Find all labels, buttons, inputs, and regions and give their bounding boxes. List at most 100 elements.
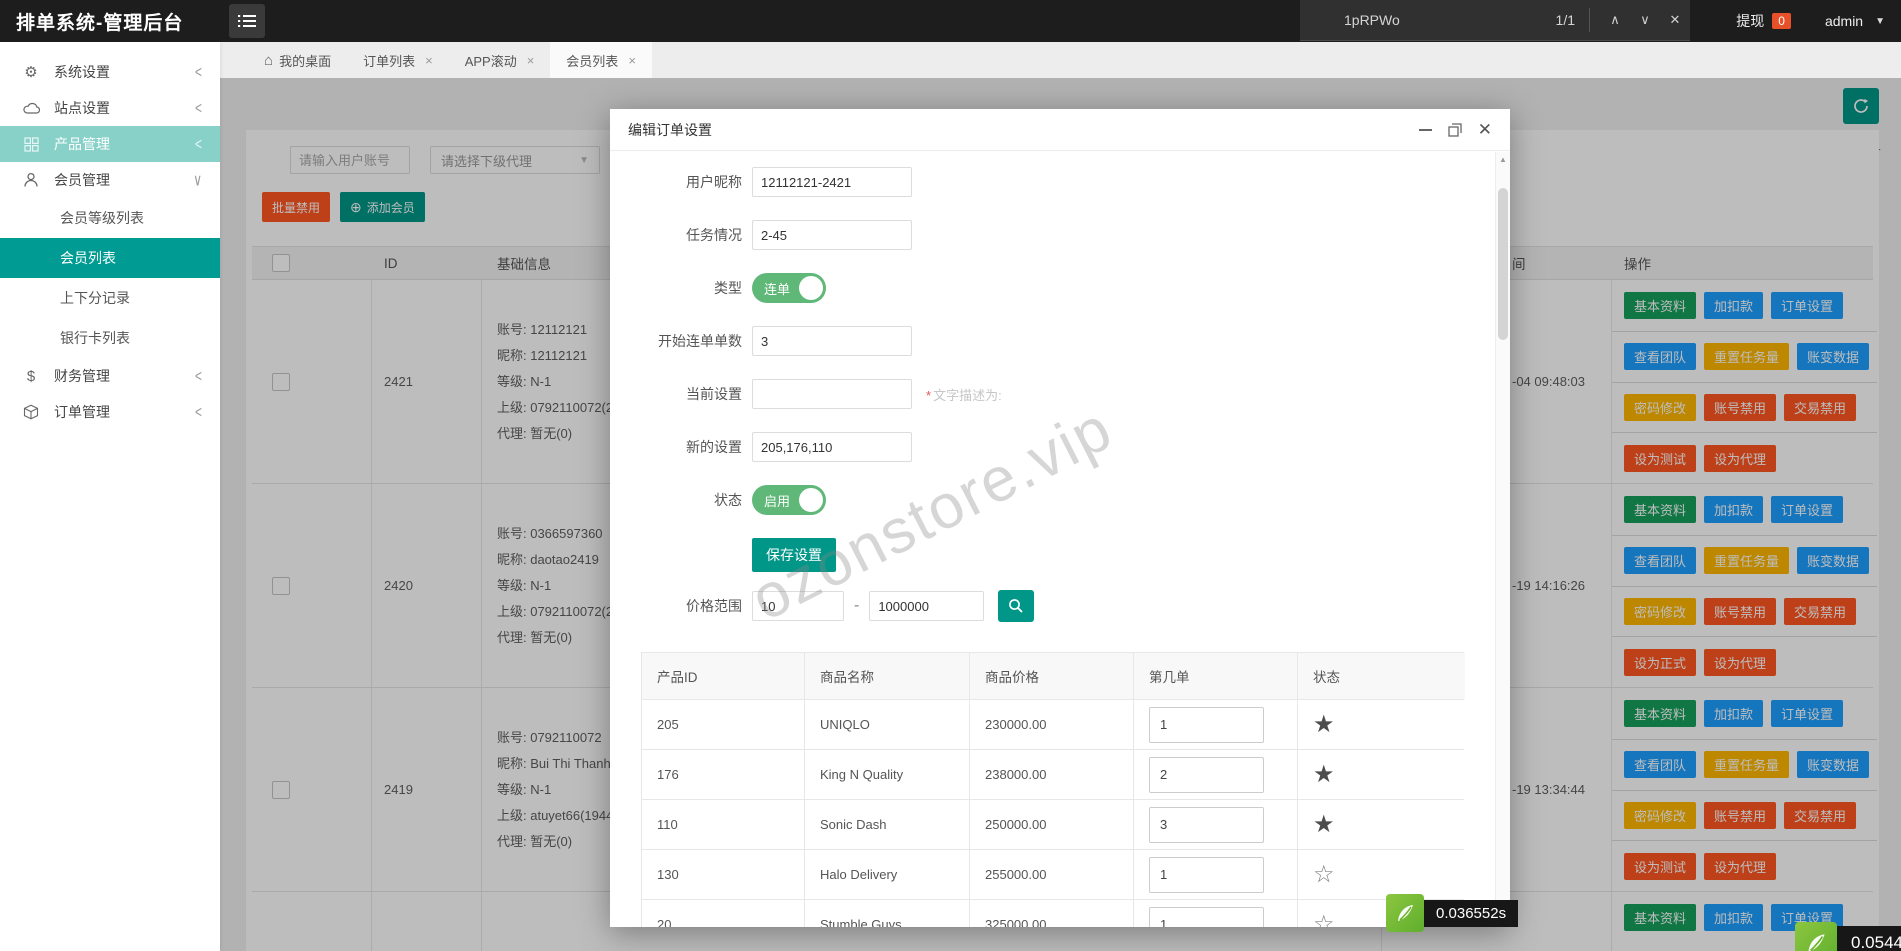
sidebar-item-3[interactable]: 会员管理 ∨ — [0, 162, 220, 198]
start-count-label: 开始连单单数 — [658, 333, 742, 349]
user-menu[interactable]: admin — [1825, 13, 1863, 29]
scrollbar-thumb[interactable] — [1498, 188, 1508, 340]
sidebar-subitem-银行卡列表[interactable]: 银行卡列表 — [0, 318, 220, 358]
current-setting-note: * 文字描述为: — [926, 387, 1002, 403]
product-table: 产品ID商品名称商品价格第几单状态205UNIQLO230000.00★176K… — [641, 652, 1465, 927]
product-col-header: 状态 — [1298, 653, 1465, 699]
tab-close-icon[interactable]: × — [628, 53, 636, 68]
sidebar-item-2[interactable]: 产品管理 < — [0, 126, 220, 162]
tab-订单列表[interactable]: 订单列表 × — [347, 42, 449, 78]
sidebar-item-4[interactable]: $ 财务管理 < — [0, 358, 220, 394]
modal-header: 编辑订单设置 ✕ — [610, 109, 1510, 151]
product-id: 110 — [642, 800, 805, 849]
star-filled-icon[interactable]: ★ — [1313, 710, 1335, 739]
task-input[interactable] — [752, 220, 912, 250]
tab-label: 我的桌面 — [279, 53, 332, 69]
tab-label: 会员列表 — [566, 53, 619, 69]
chevron-left-icon: < — [194, 134, 202, 154]
leaf-icon — [1386, 894, 1424, 932]
new-setting-label: 新的设置 — [686, 439, 742, 455]
order-number-input[interactable] — [1149, 706, 1264, 743]
tab-label: 订单列表 — [363, 53, 416, 69]
top-bar: 排单系统-管理后台 1pRPWo 1/1 ∧ ∨ ✕ 提现 0 admin ▼ — [0, 0, 1901, 42]
sidebar-subitem-会员列表[interactable]: 会员列表 — [0, 238, 220, 278]
hamburger-menu-icon[interactable] — [229, 4, 266, 38]
product-name: Stumble Guys — [805, 900, 970, 927]
product-row-176: 176King N Quality238000.00 ★ — [642, 750, 1465, 800]
product-row-20: 20Stumble Guys325000.00 ☆ — [642, 900, 1465, 927]
sidebar-subitem-上下分记录[interactable]: 上下分记录 — [0, 278, 220, 318]
sidebar-item-0[interactable]: ⚙ 系统设置 < — [0, 54, 220, 90]
star-outline-icon[interactable]: ☆ — [1313, 910, 1335, 927]
find-query[interactable]: 1pRPWo — [1344, 12, 1400, 28]
sidebar-subitem-会员等级列表[interactable]: 会员等级列表 — [0, 198, 220, 238]
close-icon[interactable]: ✕ — [1478, 121, 1492, 138]
product-price: 325000.00 — [970, 900, 1134, 927]
product-name: King N Quality — [805, 750, 970, 799]
nickname-input[interactable] — [752, 167, 912, 197]
minimize-icon[interactable] — [1418, 128, 1432, 131]
product-row-205: 205UNIQLO230000.00 ★ — [642, 700, 1465, 750]
perf-badge-page: 0.054465s — [1795, 922, 1901, 951]
topbar-right: 提现 0 admin ▼ — [1736, 0, 1885, 42]
leaf-icon — [1795, 922, 1837, 951]
user-caret-icon: ▼ — [1875, 15, 1885, 27]
new-setting-input[interactable] — [752, 432, 912, 462]
star-filled-icon[interactable]: ★ — [1313, 760, 1335, 789]
find-prev-icon[interactable]: ∧ — [1600, 12, 1630, 28]
price-max-input[interactable] — [869, 591, 985, 621]
star-outline-icon[interactable]: ☆ — [1313, 860, 1335, 889]
status-label: 状态 — [714, 492, 742, 508]
tab-label: APP滚动 — [464, 53, 517, 69]
withdraw-link[interactable]: 提现 — [1736, 11, 1764, 31]
app-title: 排单系统-管理后台 — [16, 12, 184, 34]
order-number-input[interactable] — [1149, 806, 1264, 843]
find-next-icon[interactable]: ∨ — [1630, 12, 1660, 28]
product-row-130: 130Halo Delivery255000.00 ☆ — [642, 850, 1465, 900]
perf-time: 0.036552s — [1424, 899, 1519, 927]
current-setting-input[interactable] — [752, 379, 912, 409]
scrollbar-up-icon[interactable]: ▲ — [1496, 155, 1510, 164]
status-toggle[interactable]: 启用 — [752, 485, 826, 515]
order-number-input[interactable] — [1149, 906, 1264, 927]
price-search-button[interactable] — [998, 590, 1035, 622]
product-id: 130 — [642, 850, 805, 899]
price-range-label: 价格范围 — [686, 598, 742, 614]
star-filled-icon[interactable]: ★ — [1313, 810, 1335, 839]
modal-title: 编辑订单设置 — [628, 121, 712, 138]
order-number-input[interactable] — [1149, 756, 1264, 793]
tab-strip: ⌂ 我的桌面 订单列表 × APP滚动 × 会员列表 × — [220, 42, 1901, 78]
product-id: 205 — [642, 700, 805, 749]
withdraw-badge: 0 — [1772, 13, 1791, 29]
product-price: 230000.00 — [970, 700, 1134, 749]
tab-我的桌面[interactable]: ⌂ 我的桌面 — [248, 42, 347, 78]
stage: 排单系统-管理后台 1pRPWo 1/1 ∧ ∨ ✕ 提现 0 admin ▼ … — [0, 0, 1901, 951]
sidebar-item-label: 系统设置 — [54, 64, 110, 80]
save-settings-button[interactable]: 保存设置 — [752, 538, 836, 572]
modal-scrollbar[interactable]: ▲ ▼ — [1495, 152, 1510, 927]
sidebar-item-5[interactable]: 订单管理 < — [0, 394, 220, 430]
toggle-knob — [799, 488, 823, 512]
tab-APP滚动[interactable]: APP滚动 × — [449, 42, 551, 78]
maximize-icon[interactable] — [1448, 122, 1462, 137]
order-number-input[interactable] — [1149, 856, 1264, 893]
sidebar-item-label: 产品管理 — [54, 136, 110, 152]
modal-body: 用户昵称 任务情况 类型 连单 开始连单单数 当前设置 * — [610, 152, 1495, 927]
order-icon — [23, 404, 39, 420]
start-count-input[interactable] — [752, 326, 912, 356]
tab-会员列表[interactable]: 会员列表 × — [550, 42, 652, 78]
type-toggle[interactable]: 连单 — [752, 273, 826, 303]
perf-badge-modal: 0.036552s — [1386, 894, 1519, 932]
member-icon — [24, 172, 38, 187]
tab-close-icon[interactable]: × — [425, 53, 433, 68]
chevron-down-icon: ∨ — [193, 170, 202, 190]
product-name: UNIQLO — [805, 700, 970, 749]
find-close-icon[interactable]: ✕ — [1660, 12, 1690, 28]
price-min-input[interactable] — [752, 591, 844, 621]
tab-close-icon[interactable]: × — [527, 53, 535, 68]
finance-icon: $ — [26, 367, 36, 385]
type-toggle-text: 连单 — [764, 281, 791, 297]
sidebar-item-label: 站点设置 — [54, 100, 110, 116]
product-name: Halo Delivery — [805, 850, 970, 899]
sidebar-item-1[interactable]: 站点设置 < — [0, 90, 220, 126]
